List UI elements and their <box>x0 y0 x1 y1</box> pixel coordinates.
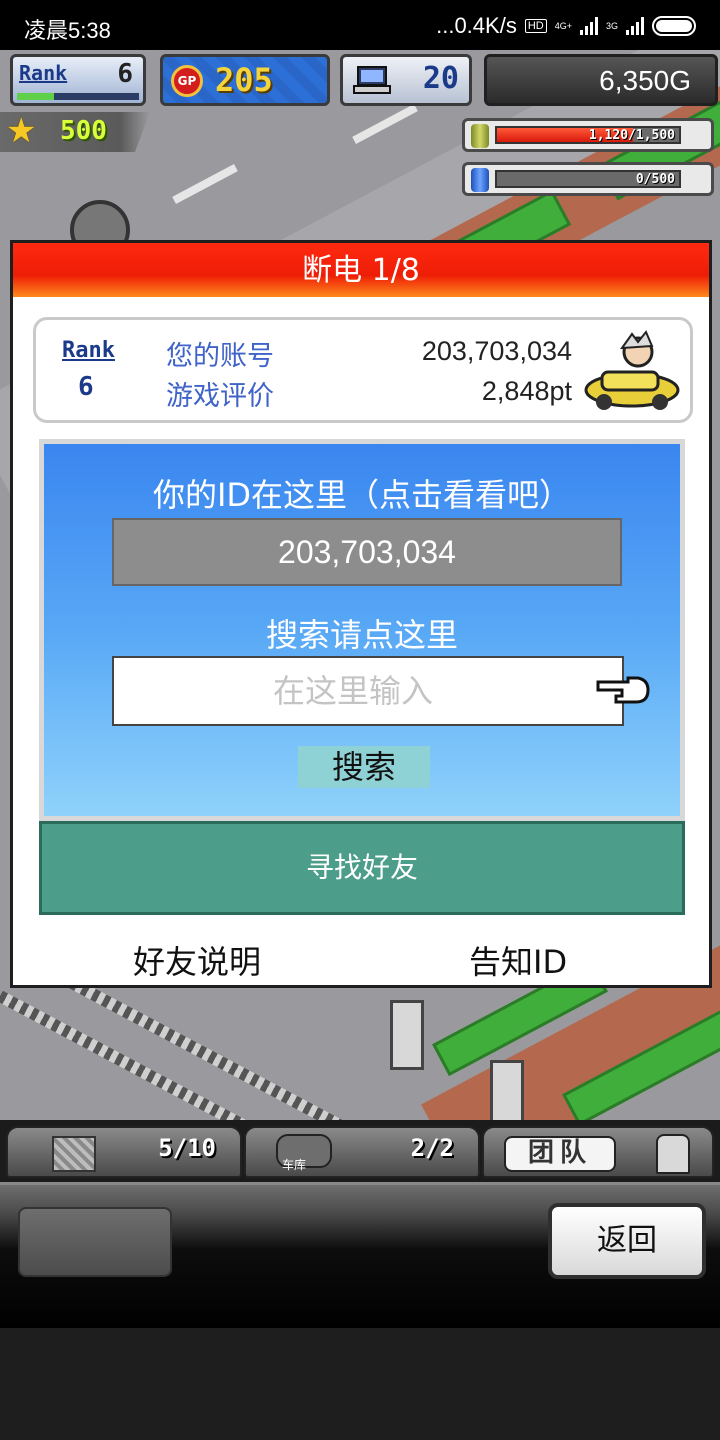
research-display[interactable]: 20 <box>340 54 472 106</box>
net-type-1: 4G+ <box>554 21 572 31</box>
empty-slot-button[interactable] <box>18 1207 172 1277</box>
computer-icon <box>353 66 391 94</box>
fuel-can-icon <box>471 124 489 148</box>
bottom-tab-bar: 5/10 车库 2/2 团队 <box>0 1120 720 1182</box>
pointing-hand-icon <box>596 676 650 704</box>
tab-garage[interactable]: 车库 2/2 <box>244 1126 480 1178</box>
garage-count: 2/2 <box>410 1134 454 1162</box>
gp-value: 205 <box>215 61 273 99</box>
friend-help-link[interactable]: 好友说明 <box>133 937 261 983</box>
energy-meter: 0/500 <box>462 162 714 196</box>
clock: 凌晨5:38 <box>24 18 111 43</box>
search-button[interactable]: 搜索 <box>298 746 430 788</box>
search-prompt: 搜索请点这里 <box>265 616 458 654</box>
material-meter-track: 1,120/1,500 <box>495 126 681 144</box>
gp-coin-icon: GP <box>171 65 203 97</box>
net-speed: ...0.4K/s <box>436 13 517 38</box>
garage-label: 车库 <box>282 1158 307 1172</box>
find-friends-button[interactable]: 寻找好友 <box>39 821 685 915</box>
status-bar: 凌晨5:38 ...0.4K/s HD 4G+ 3G <box>0 0 720 50</box>
rating-value: 2,848pt <box>481 376 572 406</box>
hd-icon: HD <box>524 19 547 33</box>
tab-storage[interactable]: 5/10 <box>6 1126 242 1178</box>
storage-count: 5/10 <box>158 1134 216 1162</box>
account-rank-label: Rank <box>62 338 115 363</box>
rank-label: Rank <box>19 61 68 85</box>
friend-dialog: 断电 1/8 Rank 6 您的账号 203,703,034 游戏评价 2,84… <box>10 240 712 988</box>
star-display: ★ 500 <box>0 112 150 152</box>
dialog-title: 断电 1/8 <box>13 243 709 297</box>
blank-area <box>0 1328 720 1440</box>
search-panel: 你的ID在这里（点击看看吧） 203,703,034 搜索请点这里 搜索 <box>39 439 685 821</box>
account-label: 您的账号 <box>166 341 274 372</box>
team-member-icon <box>656 1134 690 1174</box>
tell-id-link[interactable]: 告知ID <box>469 937 567 983</box>
account-card: Rank 6 您的账号 203,703,034 游戏评价 2,848pt <box>33 317 693 423</box>
crate-icon <box>52 1136 96 1172</box>
net-type-2: 3G <box>605 21 618 31</box>
star-icon: ★ <box>6 111 37 151</box>
account-rank-value: 6 <box>78 372 94 402</box>
rank-display: Rank 6 <box>10 54 146 106</box>
material-meter-text: 1,120/1,500 <box>588 128 675 143</box>
research-value: 20 <box>422 61 459 96</box>
battery-can-icon <box>471 168 489 192</box>
rating-label: 游戏评价 <box>166 381 274 412</box>
account-value: 203,703,034 <box>421 336 572 366</box>
id-prompt: 你的ID在这里（点击看看吧） <box>152 476 572 514</box>
star-value: 500 <box>60 116 107 146</box>
gp-display[interactable]: GP 205 <box>160 54 330 106</box>
money-value: 6,350G <box>599 65 691 96</box>
friend-id-input[interactable] <box>112 656 624 726</box>
status-icons: ...0.4K/s HD 4G+ 3G <box>436 13 696 39</box>
rank-value: 6 <box>117 59 133 89</box>
signal-icon <box>579 17 598 35</box>
your-id-box[interactable]: 203,703,034 <box>112 518 622 586</box>
material-meter: 1,120/1,500 <box>462 118 714 152</box>
team-label: 团队 <box>504 1136 616 1172</box>
rank-progress-bar <box>17 93 139 100</box>
money-display: 6,350G <box>484 54 718 106</box>
energy-meter-text: 0/500 <box>635 172 675 187</box>
signal-icon-2 <box>626 17 644 35</box>
back-button[interactable]: 返回 <box>548 1203 706 1279</box>
battery-icon <box>652 16 696 36</box>
footer-panel: 返回 <box>0 1182 720 1328</box>
player-car-avatar <box>584 330 680 410</box>
tab-team[interactable]: 团队 <box>482 1126 714 1178</box>
energy-meter-track: 0/500 <box>495 170 681 188</box>
